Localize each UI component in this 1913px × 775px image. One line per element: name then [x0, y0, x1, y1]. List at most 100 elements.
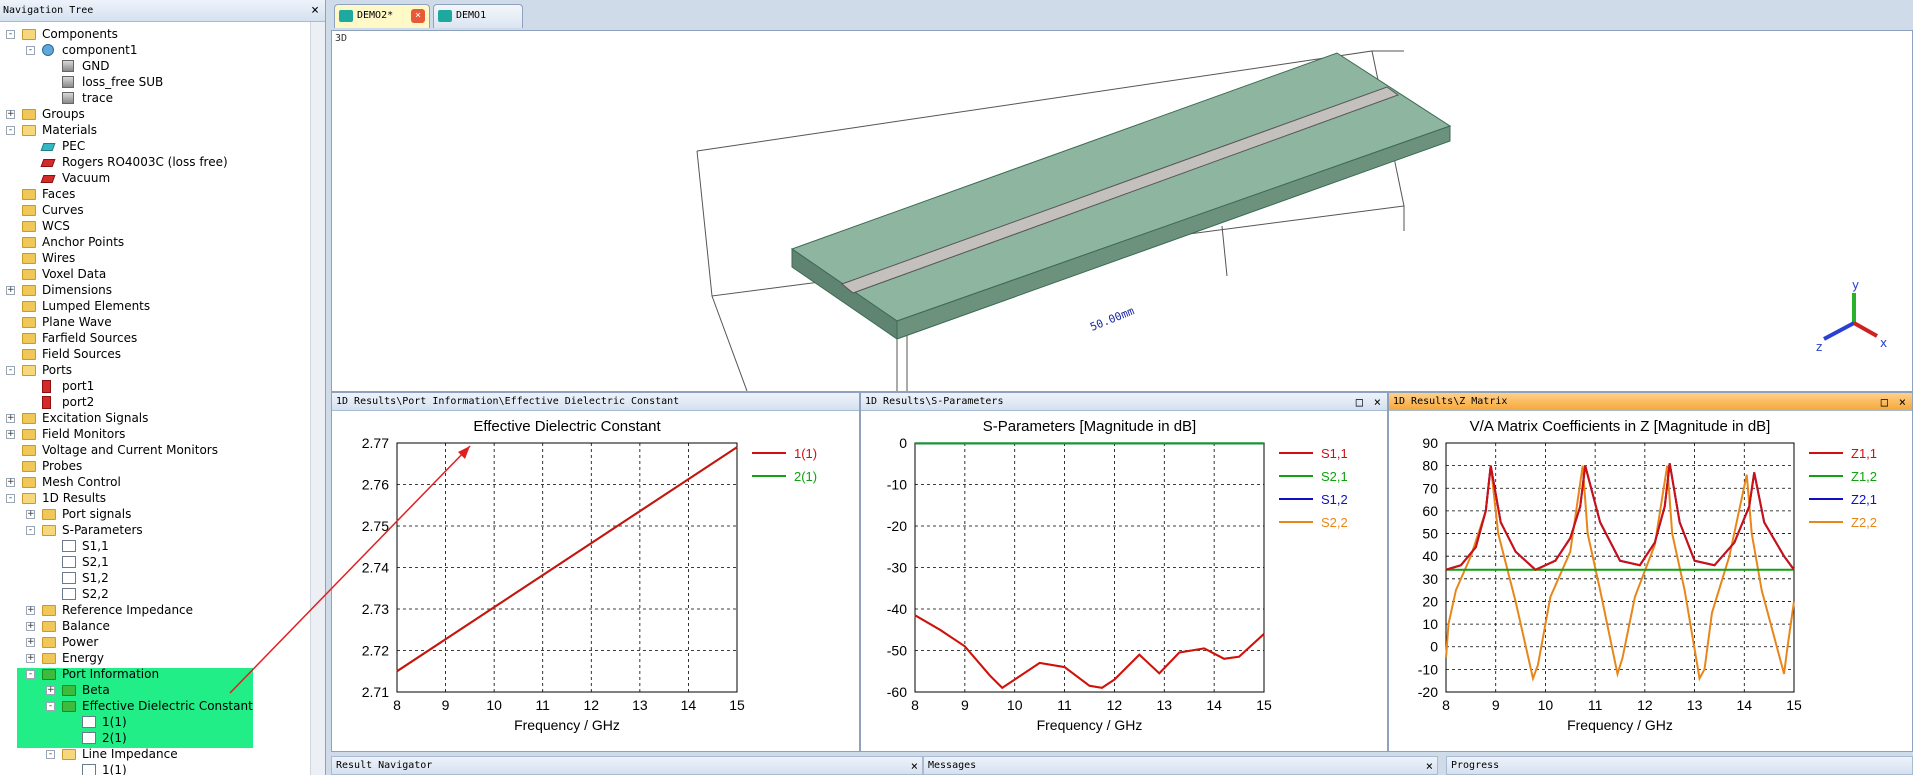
- expand-icon[interactable]: +: [6, 478, 15, 487]
- maximize-icon[interactable]: □: [1881, 393, 1888, 411]
- expand-icon[interactable]: +: [6, 110, 15, 119]
- y-tick-label: -30: [887, 560, 907, 576]
- folder-icon: [42, 605, 56, 616]
- port-icon: [42, 380, 51, 393]
- tree-item-label: S2,2: [82, 587, 109, 601]
- tree-item-label: Beta: [82, 683, 110, 697]
- folder-icon: [42, 637, 56, 648]
- folder-icon: [22, 253, 36, 264]
- legend-entry: 2(1): [794, 469, 817, 484]
- folder-icon: [22, 237, 36, 248]
- progress-panel[interactable]: Progress: [1446, 756, 1913, 775]
- x-tick-label: 10: [1538, 697, 1554, 713]
- panel-title: 1D Results\Z Matrix: [1393, 396, 1508, 407]
- project-icon: [438, 10, 452, 22]
- x-tick-label: 13: [632, 697, 648, 713]
- x-tick-label: 13: [1687, 697, 1703, 713]
- document-tab-bar: DEMO2* × DEMO1: [329, 0, 1913, 30]
- folder-icon: [22, 349, 36, 360]
- axis-triad-icon: y z x: [1816, 278, 1887, 354]
- collapse-icon[interactable]: -: [46, 750, 55, 759]
- expand-icon[interactable]: +: [26, 622, 35, 631]
- folder-green-icon: [62, 701, 76, 712]
- maximize-icon[interactable]: □: [1356, 393, 1363, 411]
- collapse-icon[interactable]: -: [6, 126, 15, 135]
- z-matrix-panel: 1D Results\Z Matrix □ × V/A Matrix Coeff…: [1388, 392, 1913, 752]
- messages-panel[interactable]: Messages ×: [923, 756, 1438, 775]
- legend-entry: S2,2: [1321, 515, 1348, 530]
- tree-item-label: Energy: [62, 651, 105, 665]
- expand-icon[interactable]: +: [6, 414, 15, 423]
- component-icon: [42, 44, 54, 56]
- results-folder-icon: [22, 493, 36, 504]
- folder-icon: [22, 301, 36, 312]
- tree-scrollbar[interactable]: [310, 22, 325, 775]
- tree-view[interactable]: - Components - component1 GND loss_free SUB tr…: [0, 22, 310, 775]
- close-icon[interactable]: ×: [1899, 393, 1906, 411]
- collapse-icon[interactable]: -: [26, 46, 35, 55]
- tree-item-label: Rogers RO4003C (loss free): [62, 155, 228, 169]
- close-tab-icon[interactable]: ×: [411, 9, 425, 23]
- tree-item-label: Power: [62, 635, 99, 649]
- x-tick-label: 12: [1107, 697, 1123, 713]
- collapse-icon[interactable]: -: [6, 494, 15, 503]
- chart-title: Effective Dielectric Constant: [473, 418, 661, 435]
- tree-item-label: loss_free SUB: [82, 75, 164, 89]
- port-icon: [42, 396, 51, 409]
- s-parameters-chart[interactable]: S-Parameters [Magnitude in dB] 8 9 10 11 12 13…: [861, 411, 1387, 751]
- collapse-icon[interactable]: -: [26, 670, 35, 679]
- close-icon[interactable]: ×: [1426, 757, 1433, 775]
- tab-demo2[interactable]: DEMO2* ×: [334, 4, 430, 28]
- result-navigator-panel[interactable]: Result Navigator ×: [331, 756, 923, 775]
- expand-icon[interactable]: +: [6, 430, 15, 439]
- folder-icon: [22, 221, 36, 232]
- view-3d[interactable]: 3D 50.00mm y z x: [331, 30, 1913, 392]
- y-tick-label: -40: [887, 601, 907, 617]
- tab-label: DEMO1: [456, 10, 487, 21]
- tree-item-label: S1,2: [82, 571, 109, 585]
- chart-title: S-Parameters [Magnitude in dB]: [983, 418, 1196, 435]
- y-tick-label: 90: [1422, 435, 1438, 451]
- model-3d-drawing[interactable]: 50.00mm y z x: [332, 31, 1912, 392]
- y-tick-label: 2.72: [362, 643, 389, 659]
- collapse-icon[interactable]: -: [46, 702, 55, 711]
- expand-icon[interactable]: +: [46, 686, 55, 695]
- collapse-icon[interactable]: -: [6, 30, 15, 39]
- expand-icon[interactable]: +: [6, 286, 15, 295]
- expand-icon[interactable]: +: [26, 638, 35, 647]
- y-tick-label: -20: [887, 518, 907, 534]
- solid-block-icon: [62, 76, 74, 88]
- dimension-label: 50.00mm: [1088, 304, 1136, 334]
- x-axis-label: Frequency / GHz: [514, 717, 620, 733]
- bottom-panels: Result Navigator × Messages × Progress: [331, 756, 1913, 775]
- close-icon[interactable]: ×: [311, 0, 319, 22]
- y-tick-label: 40: [1422, 548, 1438, 564]
- y-tick-label: 50: [1422, 526, 1438, 542]
- tree-item-label: Components: [42, 27, 118, 41]
- collapse-icon[interactable]: -: [26, 526, 35, 535]
- folder-icon: [22, 477, 36, 488]
- folder-icon: [42, 509, 56, 520]
- view-3d-label: 3D: [335, 33, 348, 44]
- y-tick-label: 0: [1430, 639, 1438, 655]
- legend-entry: Z1,1: [1851, 446, 1877, 461]
- expand-icon[interactable]: +: [26, 654, 35, 663]
- x-tick-label: 8: [1442, 697, 1450, 713]
- x-tick-label: 8: [393, 697, 401, 713]
- tree-item-label: S-Parameters: [62, 523, 143, 537]
- y-tick-label: 2.74: [362, 560, 389, 576]
- effective-dielectric-chart[interactable]: Effective Dielectric Constant 8 9 10 11 12 13 1…: [332, 411, 859, 751]
- expand-icon[interactable]: +: [26, 510, 35, 519]
- solid-block-icon: [62, 92, 74, 104]
- tab-demo1[interactable]: DEMO1: [433, 4, 523, 28]
- tree-item-label: Ports: [42, 363, 73, 377]
- expand-icon[interactable]: +: [26, 606, 35, 615]
- z-matrix-chart[interactable]: V/A Matrix Coefficients in Z [Magnitude …: [1389, 411, 1912, 751]
- close-icon[interactable]: ×: [1374, 393, 1381, 411]
- collapse-icon[interactable]: -: [6, 366, 15, 375]
- tree-item-label: Mesh Control: [42, 475, 121, 489]
- tree-item-label: Balance: [62, 619, 110, 633]
- tree-item-label: 2(1): [102, 731, 127, 745]
- y-tick-label: 30: [1422, 571, 1438, 587]
- close-icon[interactable]: ×: [911, 757, 918, 775]
